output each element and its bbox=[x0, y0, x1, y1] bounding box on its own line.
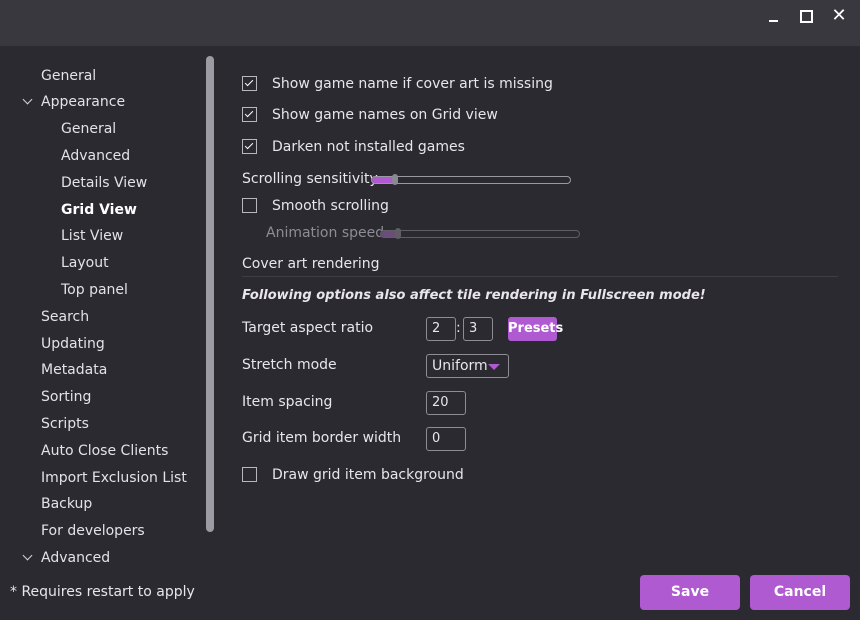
sidebar-item-details-view[interactable]: Details View bbox=[61, 171, 147, 195]
close-button[interactable]: ✕ bbox=[826, 6, 852, 28]
sidebar-item-scripts[interactable]: Scripts bbox=[41, 412, 89, 436]
smooth-scrolling-label: Smooth scrolling bbox=[272, 198, 389, 214]
sidebar-item-general[interactable]: General bbox=[41, 64, 96, 88]
stretch-mode-label: Stretch mode bbox=[242, 357, 337, 373]
animation-speed-slider bbox=[380, 228, 580, 239]
chevron-down-icon[interactable] bbox=[22, 90, 34, 114]
scrolling-sensitivity-label: Scrolling sensitivity bbox=[242, 171, 378, 187]
aspect-width-input[interactable]: 2 bbox=[426, 317, 456, 341]
sidebar-scrollbar[interactable] bbox=[206, 56, 214, 562]
aspect-separator: : bbox=[456, 320, 461, 336]
animation-speed-label: Animation speed bbox=[266, 225, 385, 241]
smooth-scrolling-checkbox[interactable] bbox=[242, 198, 257, 213]
sidebar-item-sorting[interactable]: Sorting bbox=[41, 385, 91, 409]
sidebar-item-auto-close-clients[interactable]: Auto Close Clients bbox=[41, 439, 168, 463]
animation-speed-handle bbox=[395, 228, 401, 239]
border-width-input[interactable]: 0 bbox=[426, 427, 466, 451]
cover-art-section-heading: Cover art rendering bbox=[242, 256, 380, 272]
border-width-label: Grid item border width bbox=[242, 430, 402, 446]
darken-not-installed-label: Darken not installed games bbox=[272, 139, 465, 155]
sidebar-item-advanced[interactable]: Advanced bbox=[41, 546, 110, 564]
aspect-height-input[interactable]: 3 bbox=[463, 317, 493, 341]
stretch-mode-select[interactable]: Uniform bbox=[426, 354, 509, 378]
maximize-button[interactable] bbox=[793, 6, 819, 28]
sidebar-item-for-developers[interactable]: For developers bbox=[41, 519, 145, 543]
draw-background-row[interactable]: Draw grid item background bbox=[242, 463, 542, 487]
sidebar-item-appearance[interactable]: Appearance bbox=[41, 90, 125, 114]
settings-sidebar: General Appearance General Advanced Deta… bbox=[0, 54, 220, 564]
close-icon: ✕ bbox=[831, 5, 847, 26]
show-names-grid-label: Show game names on Grid view bbox=[272, 107, 498, 123]
show-names-grid-row[interactable]: Show game names on Grid view bbox=[242, 103, 642, 127]
maximize-icon bbox=[800, 10, 813, 23]
sidebar-item-search[interactable]: Search bbox=[41, 305, 89, 329]
fullscreen-note: Following options also affect tile rende… bbox=[242, 288, 706, 303]
darken-not-installed-checkbox[interactable] bbox=[242, 139, 257, 154]
sidebar-scroll-thumb[interactable] bbox=[206, 56, 214, 532]
sidebar-item-grid-view[interactable]: Grid View bbox=[61, 198, 137, 222]
scrolling-sensitivity-slider[interactable] bbox=[371, 174, 571, 185]
sidebar-item-backup[interactable]: Backup bbox=[41, 492, 92, 516]
aspect-ratio-label: Target aspect ratio bbox=[242, 320, 374, 336]
save-button[interactable]: Save bbox=[640, 575, 740, 610]
show-name-missing-cover-label: Show game name if cover art is missing bbox=[272, 76, 553, 92]
chevron-down-icon[interactable] bbox=[22, 546, 34, 564]
smooth-scrolling-row[interactable]: Smooth scrolling bbox=[242, 194, 542, 218]
sidebar-item-metadata[interactable]: Metadata bbox=[41, 358, 107, 382]
scrolling-sensitivity-handle[interactable] bbox=[392, 174, 398, 185]
show-names-grid-checkbox[interactable] bbox=[242, 107, 257, 122]
sidebar-item-top-panel[interactable]: Top panel bbox=[61, 278, 128, 302]
sidebar-item-layout[interactable]: Layout bbox=[61, 251, 109, 275]
presets-button[interactable]: Presets bbox=[508, 317, 563, 341]
item-spacing-label: Item spacing bbox=[242, 394, 333, 410]
show-name-missing-cover-checkbox[interactable] bbox=[242, 76, 257, 91]
cancel-button[interactable]: Cancel bbox=[750, 575, 850, 610]
grid-view-settings: Show game name if cover art is missing S… bbox=[222, 54, 860, 564]
restart-note: * Requires restart to apply bbox=[10, 584, 195, 600]
sidebar-item-appearance-advanced[interactable]: Advanced bbox=[61, 144, 130, 168]
minimize-icon bbox=[769, 20, 778, 22]
section-divider bbox=[242, 276, 838, 277]
sidebar-item-import-exclusion-list[interactable]: Import Exclusion List bbox=[41, 466, 187, 490]
sidebar-item-list-view[interactable]: List View bbox=[61, 224, 123, 248]
draw-background-label: Draw grid item background bbox=[272, 467, 464, 483]
show-name-missing-cover-row[interactable]: Show game name if cover art is missing bbox=[242, 72, 642, 96]
sidebar-item-updating[interactable]: Updating bbox=[41, 332, 105, 356]
sidebar-item-appearance-general[interactable]: General bbox=[61, 117, 116, 141]
item-spacing-input[interactable]: 20 bbox=[426, 391, 466, 415]
darken-not-installed-row[interactable]: Darken not installed games bbox=[242, 135, 642, 159]
draw-background-checkbox[interactable] bbox=[242, 467, 257, 482]
minimize-button[interactable] bbox=[760, 6, 786, 28]
title-bar: ✕ bbox=[0, 0, 860, 46]
stretch-mode-value: Uniform bbox=[432, 358, 488, 374]
caret-down-icon bbox=[488, 364, 500, 370]
